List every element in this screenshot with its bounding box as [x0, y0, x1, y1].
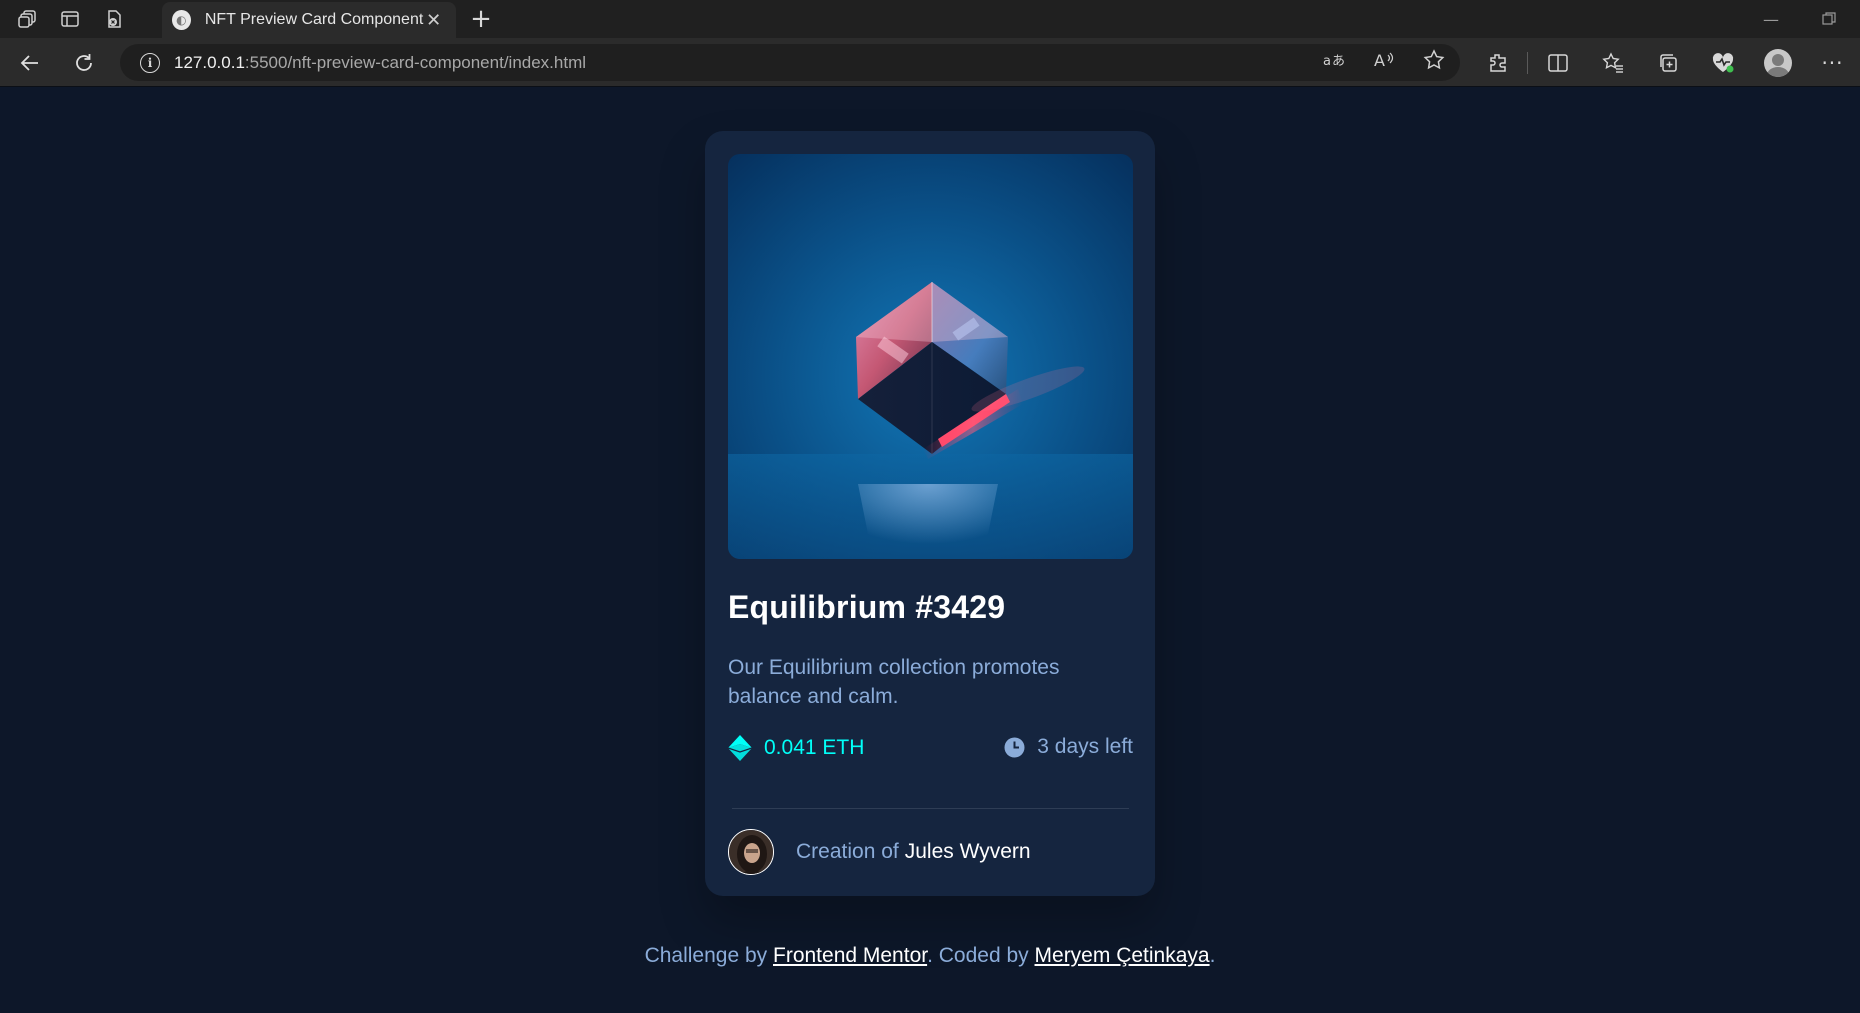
tab-favicon-icon: ◐ [172, 10, 191, 30]
site-info-icon[interactable]: i [140, 52, 160, 73]
attribution-prefix: Challenge by [644, 944, 768, 967]
attribution-middle: . Coded by [927, 944, 1029, 967]
ethereum-icon [728, 735, 752, 761]
new-tab-icon[interactable]: + [466, 4, 496, 34]
attribution-end: . [1209, 944, 1216, 967]
card-divider [732, 808, 1129, 809]
url-path: :5500/nft-preview-card-component/index.h… [244, 52, 587, 72]
attribution-footer: Challenge by Frontend Mentor. Coded by M… [0, 944, 1860, 968]
read-aloud-icon[interactable]: A [1368, 50, 1400, 75]
clock-icon [1004, 737, 1025, 757]
creator-avatar [728, 829, 774, 875]
extensions-icon[interactable] [1470, 46, 1525, 80]
creator-row: Creation of Jules Wyvern [728, 828, 1031, 876]
nft-card: Equilibrium #3429 Our Equilibrium collec… [705, 131, 1155, 896]
more-options-icon[interactable]: ··· [1805, 46, 1860, 80]
cube-image-icon [728, 154, 1133, 559]
favorite-star-icon[interactable] [1418, 49, 1450, 76]
back-icon[interactable] [12, 46, 48, 80]
card-meta: 0.041 ETH 3 days left [728, 735, 1133, 765]
nft-image[interactable] [728, 154, 1133, 559]
profile-avatar-icon[interactable] [1750, 46, 1805, 80]
time-left-text: 3 days left [1037, 735, 1133, 758]
close-icon[interactable]: ✕ [423, 10, 444, 31]
tab-title: NFT Preview Card Component [204, 11, 424, 28]
page-viewport: Equilibrium #3429 Our Equilibrium collec… [0, 88, 1860, 1013]
svg-text:A: A [1374, 51, 1385, 70]
translate-icon[interactable]: aあ [1318, 50, 1350, 75]
url-text: 127.0.0.1:5500/nft-preview-card-componen… [174, 53, 586, 73]
refresh-icon[interactable] [66, 46, 102, 80]
creator-name-link[interactable]: Jules Wyvern [905, 840, 1031, 863]
toolbar-divider [1527, 52, 1528, 74]
media-player-icon[interactable] [96, 4, 132, 34]
browser-essentials-icon[interactable] [1695, 46, 1750, 80]
minimize-icon[interactable]: — [1748, 4, 1794, 34]
browser-nav-bar: i 127.0.0.1:5500/nft-preview-card-compon… [0, 38, 1860, 87]
workspaces-icon[interactable] [10, 4, 46, 34]
card-description: Our Equilibrium collection promotes bala… [728, 656, 1060, 708]
frontend-mentor-link[interactable]: Frontend Mentor [773, 944, 927, 967]
address-bar[interactable]: i 127.0.0.1:5500/nft-preview-card-compon… [120, 44, 1460, 81]
tab-actions-icon[interactable] [52, 4, 88, 34]
collections-icon[interactable] [1640, 46, 1695, 80]
svg-text:あ: あ [1332, 54, 1345, 69]
price-group: 0.041 ETH [728, 735, 864, 761]
creator-text: Creation of Jules Wyvern [796, 840, 1031, 864]
split-screen-icon[interactable] [1530, 46, 1585, 80]
price-value: 0.041 ETH [764, 736, 865, 759]
svg-text:a: a [1323, 54, 1331, 69]
card-title[interactable]: Equilibrium #3429 [728, 589, 1005, 626]
creator-prefix: Creation of [796, 840, 899, 863]
browser-tab-bar: ◐ NFT Preview Card Component ✕ + — [0, 0, 1860, 38]
author-link[interactable]: Meryem Çetinkaya [1035, 944, 1210, 967]
restore-icon[interactable] [1806, 4, 1852, 34]
url-host: 127.0.0.1 [174, 52, 245, 72]
time-group: 3 days left [1004, 735, 1133, 759]
browser-tab[interactable]: ◐ NFT Preview Card Component ✕ [162, 2, 456, 38]
favorites-icon[interactable] [1585, 46, 1640, 80]
